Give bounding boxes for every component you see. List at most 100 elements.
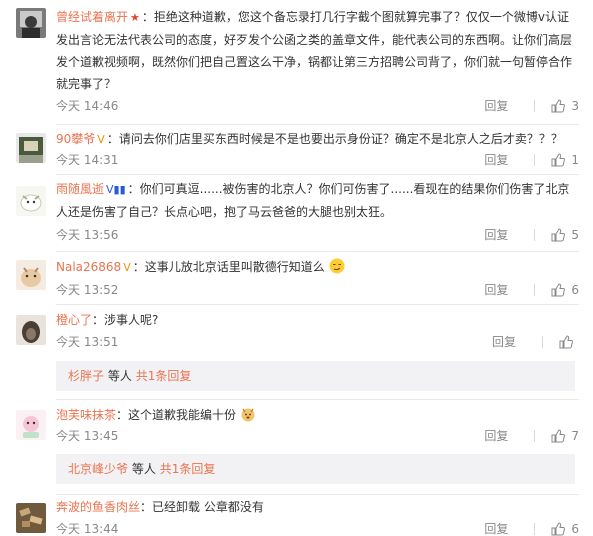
like-count: 7 [571,429,579,443]
comment-meta: 今天 13:51 回复 [56,332,579,352]
divider [542,336,543,348]
username-link[interactable]: Nala26868 [56,260,121,274]
divider [534,284,536,296]
vip-badge-icon: V [97,133,105,146]
comment-item: 奔波的鱼香肉丝：已经卸载 公章都没有 今天 13:44 回复 6 [0,495,593,536]
like-button[interactable]: 1 [551,150,579,170]
comment-text: 就完事了？ [56,77,117,91]
avatar[interactable] [16,410,46,440]
thumbs-up-icon [551,99,566,113]
like-count: 5 [571,228,579,242]
comment-meta: 今天 13:52 回复 6 [56,280,579,300]
like-button[interactable] [559,335,579,349]
avatar[interactable] [16,260,46,290]
divider [534,100,536,112]
comment-text: 人还是伤害了自己？长点心吧，抱了马云爸爸的大腿也别太狂。 [56,205,393,219]
comment-body: 曾经试着离开 ★ ：拒绝这种道歉，您这个备忘录打几行字截个图就算完事了？仅仅一个微博… [56,6,579,95]
reply-button[interactable]: 回复 [484,150,508,170]
comment-body: 90攀爷 V ：请问去你们店里买东西时候是不是也要出示身份证？确定不是北京人之后才卖… [56,128,579,151]
comment-item: 曾经试着离开 ★ ：拒绝这种道歉，您这个备忘录打几行字截个图就算完事了？仅仅一个微博… [0,0,593,125]
username-link[interactable]: 泡芙味抹茶 [56,408,116,422]
comment-text: ：这个道歉我能编十份 [116,408,237,422]
sub-reply-count-link[interactable]: 共1条回复 [160,462,216,476]
like-button[interactable]: 6 [551,280,579,300]
username-link[interactable]: 雨随風逝 [56,182,104,196]
comment-meta: 今天 13:44 回复 6 [56,519,579,536]
thumbs-up-icon [551,228,566,242]
comment-body: Nala26868 V ：这事儿放北京话里叫散德行知道么 [56,256,579,279]
comment-meta: 今天 14:31 回复 1 [56,150,579,170]
divider [534,154,536,166]
username-link[interactable]: 90攀爷 [56,132,95,146]
thumbs-up-icon [551,283,566,297]
comment-text: ：你们可真逗......被伤害的北京人？你们可伤害了......看现在的结果你们… [127,182,570,196]
doge-emoji-icon [241,408,255,422]
comment-body: 雨随風逝 V▮▮ ：你们可真逗......被伤害的北京人？你们可伤害了......看… [56,178,579,223]
france-flag-icon: V▮▮ [106,183,126,196]
thumbs-up-icon [559,335,573,349]
comment-text: ：已经卸载 公章都没有 [140,500,264,514]
like-button[interactable]: 5 [551,225,579,245]
thumbs-up-icon [551,153,566,167]
comment-time: 今天 13:52 [56,283,119,297]
comment-time: 今天 13:44 [56,522,119,536]
comment-item: 橙心了：涉事人呢? 今天 13:51 回复 杉胖子 等人 共1条回复 [0,305,593,400]
sub-reply-user-link[interactable]: 北京峰少爷 [68,462,128,476]
like-count: 1 [571,153,579,167]
sub-reply-count-link[interactable]: 共1条回复 [136,369,192,383]
smirk-emoji-icon [329,258,345,274]
divider [534,229,536,241]
username-link[interactable]: 奔波的鱼香肉丝 [56,500,140,514]
divider [534,430,536,442]
comment-text: ：拒绝这种道歉，您这个备忘录打几行字截个图就算完事了？仅仅一个微博v认证 [141,10,569,24]
sub-reply-middle: 等人 [131,462,156,476]
username-link[interactable]: 橙心了 [56,313,92,327]
star-badge-icon: ★ [130,11,140,24]
like-count: 6 [571,283,579,297]
avatar[interactable] [16,8,46,38]
avatar[interactable] [16,186,46,216]
avatar[interactable] [16,133,46,163]
sub-reply-user-link[interactable]: 杉胖子 [68,369,104,383]
comment-text: ：涉事人呢? [92,313,159,327]
comment-item: 泡芙味抹茶：这个道歉我能编十份 今天 13:45 回复 7 北京峰少爷 等人 共… [0,400,593,495]
comment-time: 今天 13:45 [56,429,119,443]
sub-reply-summary: 北京峰少爷 等人 共1条回复 [56,454,575,484]
comment-body: 橙心了：涉事人呢? [56,309,579,331]
like-button[interactable]: 7 [551,426,579,446]
comment-body: 奔波的鱼香肉丝：已经卸载 公章都没有 [56,496,579,518]
reply-button[interactable]: 回复 [484,280,508,300]
comment-meta: 今天 13:45 回复 7 [56,426,579,446]
reply-button[interactable]: 回复 [484,426,508,446]
like-button[interactable]: 3 [551,96,579,116]
thumbs-up-icon [551,429,566,443]
reply-button[interactable]: 回复 [492,332,516,352]
sub-reply-summary: 杉胖子 等人 共1条回复 [56,361,575,391]
comment-text: 发出言论无法代表公司的态度，好歹发个公函之类的盖章文件，能代表公司的东西啊。让你… [56,33,573,47]
comment-time: 今天 13:51 [56,335,119,349]
like-button[interactable]: 6 [551,519,579,536]
reply-button[interactable]: 回复 [484,225,508,245]
username-link[interactable]: 曾经试着离开 [56,10,128,24]
avatar[interactable] [16,503,46,533]
comment-item: 雨随風逝 V▮▮ ：你们可真逗......被伤害的北京人？你们可伤害了......看… [0,175,593,252]
reply-button[interactable]: 回复 [484,96,508,116]
comment-text: ：这事儿放北京话里叫散德行知道么 [132,260,325,274]
comment-text: 发个道歉视频啊，既然你们把自己置这么干净，锅都让第三方招聘公司背了，你们就一句暂… [56,55,573,69]
like-count: 6 [571,522,579,536]
comment-item: 90攀爷 V ：请问去你们店里买东西时候是不是也要出示身份证？确定不是北京人之后才卖… [0,125,593,175]
avatar[interactable] [16,315,46,345]
comment-meta: 今天 13:56 回复 5 [56,225,579,245]
sub-reply-middle: 等人 [107,369,132,383]
like-count: 3 [571,99,579,113]
thumbs-up-icon [551,522,566,536]
divider [534,523,536,535]
reply-button[interactable]: 回复 [484,519,508,536]
comment-text: ：请问去你们店里买东西时候是不是也要出示身份证？确定不是北京人之后才卖？？？ [106,132,563,146]
comment-time: 今天 14:31 [56,153,119,167]
comment-time: 今天 14:46 [56,99,119,113]
comment-time: 今天 13:56 [56,228,119,242]
comment-body: 泡芙味抹茶：这个道歉我能编十份 [56,404,579,426]
vip-badge-icon: V [123,261,131,274]
comment-meta: 今天 14:46 回复 3 [56,96,579,116]
